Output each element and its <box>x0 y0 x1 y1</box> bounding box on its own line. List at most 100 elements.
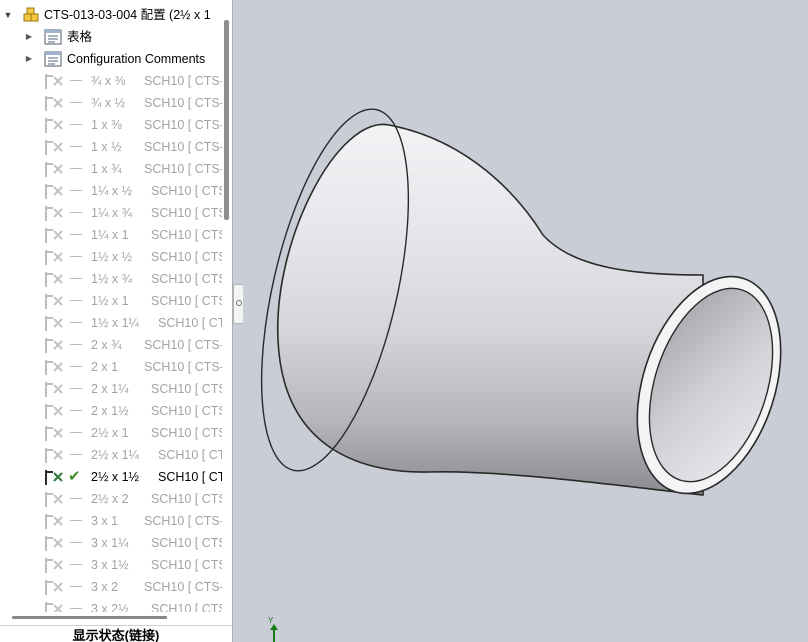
config-spec: SCH10 [ CTS- <box>151 492 222 506</box>
configuration-icon <box>45 184 63 199</box>
graphics-viewport[interactable]: Y <box>243 0 808 642</box>
folder-label: 表格 <box>67 30 93 44</box>
inactive-dash <box>70 344 82 345</box>
configuration-icon <box>45 250 63 265</box>
configuration-item[interactable]: 2 x ¾ SCH10 [ CTS-1 <box>0 334 222 356</box>
inactive-dash <box>70 322 82 323</box>
configuration-item[interactable]: 3 x 2 SCH10 [ CTS-1 <box>0 576 222 598</box>
configuration-icon <box>45 470 63 485</box>
config-spec: SCH10 [ CTS- <box>151 294 222 308</box>
config-spec: SCH10 [ CTS <box>151 250 222 264</box>
inactive-dash <box>70 498 82 499</box>
reducer-3d-model <box>260 108 782 496</box>
config-size: 3 x 2½ <box>91 602 129 612</box>
configuration-icon <box>45 536 63 551</box>
config-size: 3 x 1¼ <box>91 536 129 550</box>
tree-folder-1[interactable]: ▶ Configuration Comments <box>0 48 222 70</box>
config-size: 2 x 1¼ <box>91 382 129 396</box>
configuration-icon <box>45 118 63 133</box>
display-state-header[interactable]: 显示状态(链接) <box>0 628 232 642</box>
feature-manager-panel: ▼ CTS-013-03-004 配置 (2½ x 1 ▶ 表格 ▶ Configur… <box>0 0 233 642</box>
inactive-dash <box>70 300 82 301</box>
config-size: 2 x 1½ <box>91 404 129 418</box>
config-size: 2 x 1 <box>91 360 119 374</box>
config-size: 1 x ⅜ <box>91 118 122 132</box>
configuration-item[interactable]: 2 x 1 SCH10 [ CTS-1 <box>0 356 222 378</box>
configuration-item[interactable]: 1¼ x ½ SCH10 [ CTS <box>0 180 222 202</box>
configuration-item[interactable]: 3 x 1¼ SCH10 [ CTS- <box>0 532 222 554</box>
configuration-item[interactable]: 3 x 2½ SCH10 [ CTS <box>0 598 222 612</box>
inactive-dash <box>70 388 82 389</box>
inactive-dash <box>70 454 82 455</box>
configuration-icon <box>45 514 63 529</box>
inactive-dash <box>70 168 82 169</box>
configuration-item[interactable]: 2½ x 1¼ SCH10 [ CT <box>0 444 222 466</box>
config-spec: SCH10 [ CTS- <box>151 426 222 440</box>
config-spec: SCH10 [ CTS <box>151 272 222 286</box>
config-size: 2½ x 1½ <box>91 470 139 484</box>
config-spec: SCH10 [ CTS-1 <box>144 514 222 528</box>
configuration-item[interactable]: 1 x ½ SCH10 [ CTS-1 <box>0 136 222 158</box>
configuration-icon <box>45 272 63 287</box>
configuration-icon <box>45 404 63 419</box>
config-size: 2½ x 1¼ <box>91 448 139 462</box>
config-spec: SCH10 [ CTS-1 <box>144 580 222 594</box>
configuration-icon <box>45 426 63 441</box>
configuration-item[interactable]: 2½ x 1 SCH10 [ CTS- <box>0 422 222 444</box>
configuration-item[interactable]: 3 x 1½ SCH10 [ CTS- <box>0 554 222 576</box>
configuration-icon <box>45 206 63 221</box>
configuration-item[interactable]: 2½ x 2 SCH10 [ CTS- <box>0 488 222 510</box>
config-spec: SCH10 [ CTS-1 <box>144 140 222 154</box>
expand-arrow-icon[interactable]: ▶ <box>24 48 34 70</box>
root-label: CTS-013-03-004 配置 (2½ x 1 <box>44 8 211 22</box>
inactive-dash <box>70 542 82 543</box>
config-size: 1½ x 1¼ <box>91 316 139 330</box>
configuration-item[interactable]: ¾ x ½ SCH10 [ CTS- <box>0 92 222 114</box>
configuration-icon <box>45 294 63 309</box>
collapse-arrow-icon[interactable]: ▼ <box>3 4 13 26</box>
configuration-icon <box>45 96 63 111</box>
configuration-item[interactable]: 1½ x 1 SCH10 [ CTS- <box>0 290 222 312</box>
configuration-item[interactable]: ✔ 2½ x 1½ SCH10 [ CT <box>0 466 222 488</box>
config-spec: SCH10 [ CTS-1 <box>144 360 222 374</box>
configuration-icon <box>45 448 63 463</box>
expand-arrow-icon[interactable]: ▶ <box>24 26 34 48</box>
table-icon <box>44 29 62 45</box>
config-spec: SCH10 [ CTS- <box>151 382 222 396</box>
config-size: 1 x ½ <box>91 140 122 154</box>
configuration-icon <box>45 492 63 507</box>
config-size: 1½ x ½ <box>91 250 132 264</box>
configuration-item[interactable]: 1¼ x ¾ SCH10 [ CTS <box>0 202 222 224</box>
configuration-item[interactable]: 1½ x ½ SCH10 [ CTS <box>0 246 222 268</box>
configuration-item[interactable]: 2 x 1¼ SCH10 [ CTS- <box>0 378 222 400</box>
inactive-dash <box>70 564 82 565</box>
inactive-dash <box>70 256 82 257</box>
config-size: ¾ x ⅜ <box>91 74 126 88</box>
configuration-icon <box>45 580 63 595</box>
config-size: 2½ x 1 <box>91 426 129 440</box>
inactive-dash <box>70 278 82 279</box>
configuration-icon <box>45 228 63 243</box>
configuration-item[interactable]: 1¼ x 1 SCH10 [ CTS- <box>0 224 222 246</box>
configuration-item[interactable]: 1½ x 1¼ SCH10 [ CT <box>0 312 222 334</box>
inactive-dash <box>70 102 82 103</box>
configuration-item[interactable]: 3 x 1 SCH10 [ CTS-1 <box>0 510 222 532</box>
configuration-icon <box>45 558 63 573</box>
horizontal-scroll-thumb[interactable] <box>12 616 167 619</box>
inactive-dash <box>70 146 82 147</box>
inactive-dash <box>70 234 82 235</box>
configuration-item[interactable]: 2 x 1½ SCH10 [ CTS- <box>0 400 222 422</box>
configuration-item[interactable]: 1½ x ¾ SCH10 [ CTS <box>0 268 222 290</box>
tree-vertical-scrollbar[interactable] <box>224 20 229 220</box>
configuration-icon <box>45 338 63 353</box>
tree-root[interactable]: ▼ CTS-013-03-004 配置 (2½ x 1 <box>0 4 222 26</box>
configuration-icon <box>45 316 63 331</box>
configuration-item[interactable]: 1 x ¾ SCH10 [ CTS-1 <box>0 158 222 180</box>
config-spec: SCH10 [ CTS- <box>151 558 222 572</box>
configuration-item[interactable]: ¾ x ⅜ SCH10 [ CTS- <box>0 70 222 92</box>
configuration-icon <box>45 74 63 89</box>
tree-folder-0[interactable]: ▶ 表格 <box>0 26 222 48</box>
configuration-item[interactable]: 1 x ⅜ SCH10 [ CTS-1 <box>0 114 222 136</box>
config-spec: SCH10 [ CTS- <box>151 404 222 418</box>
inactive-dash <box>70 190 82 191</box>
